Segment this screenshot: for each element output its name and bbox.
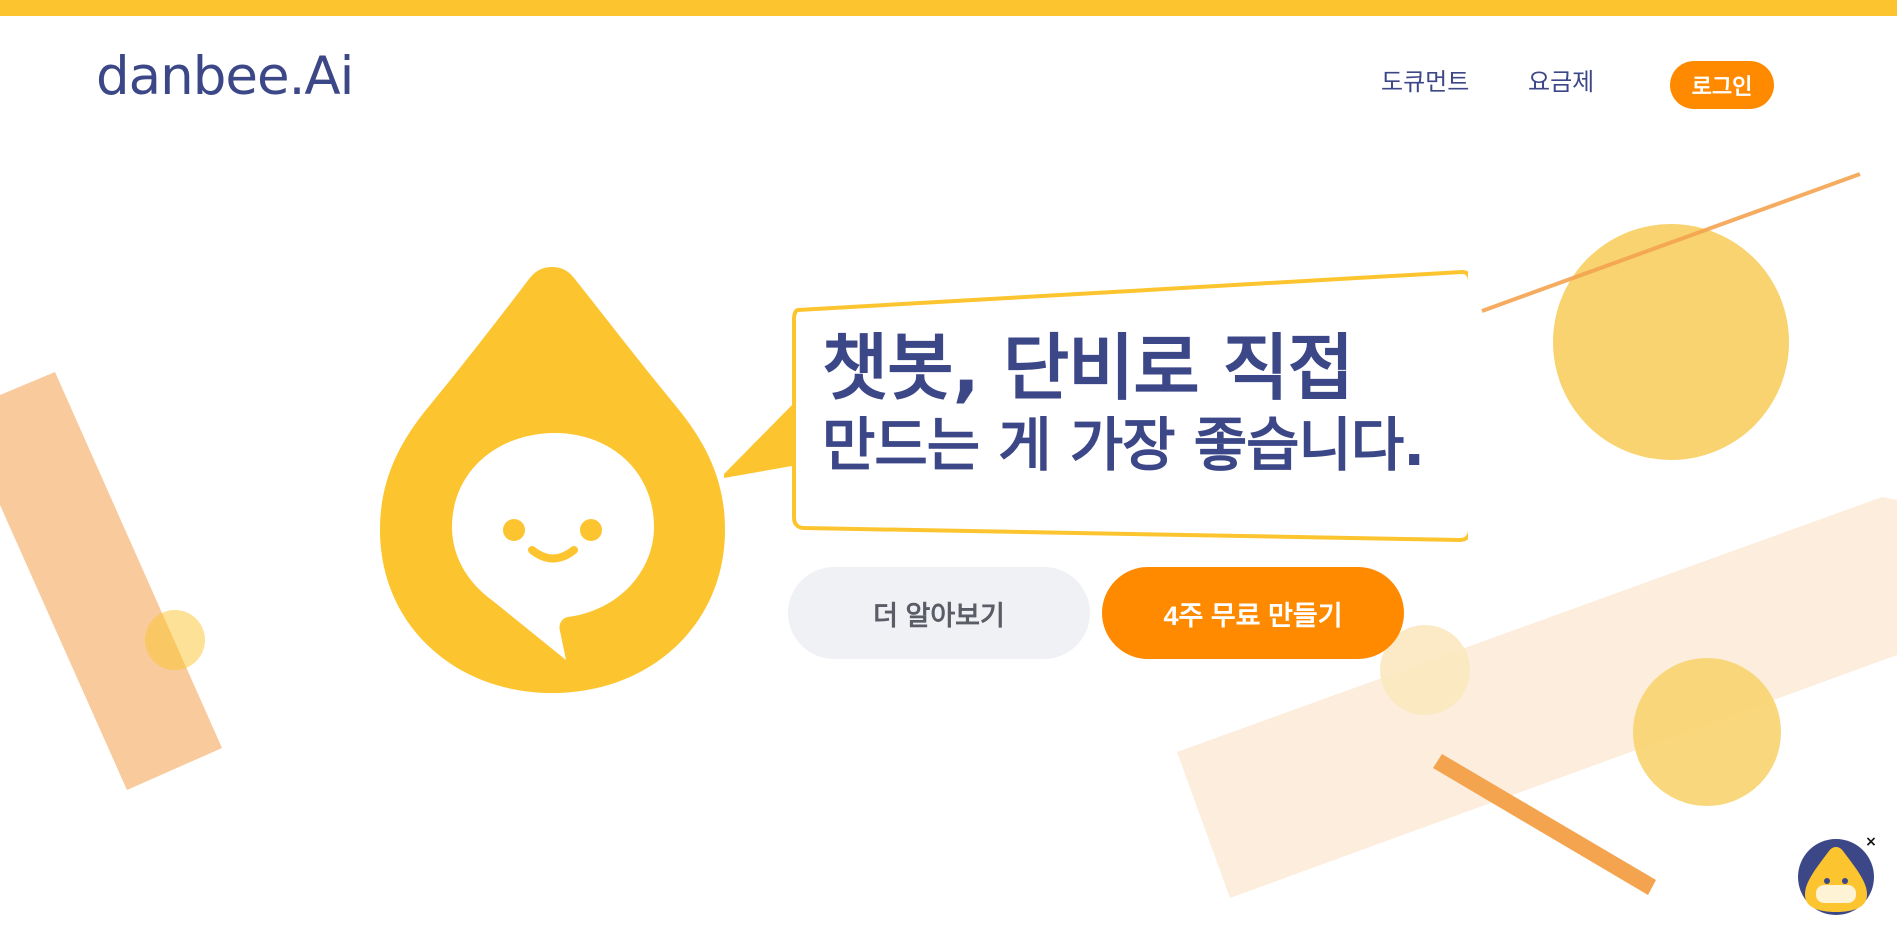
nav-link-pricing[interactable]: 요금제: [1528, 70, 1594, 94]
nav-link-docs[interactable]: 도큐먼트: [1381, 70, 1469, 94]
landing-page: danbee.Ai 도큐먼트 요금제 로그인 챗봇, 단비로 직접 만드는 게 …: [0, 0, 1897, 940]
chat-widget-close-icon[interactable]: ×: [1864, 835, 1878, 849]
mascot-illustration: [380, 267, 725, 693]
deco-left-small-circle: [145, 610, 205, 670]
mascot-left-eye: [503, 519, 525, 541]
bubble-tail: [724, 405, 792, 478]
hero-headline-line1: 챗봇, 단비로 직접: [822, 326, 1354, 410]
deco-left-rectangle: [0, 372, 222, 790]
hero-headline-line2: 만드는 게 가장 좋습니다.: [822, 411, 1425, 479]
logo[interactable]: danbee.Ai: [96, 50, 354, 103]
deco-right-band: [1177, 497, 1897, 898]
free-trial-button[interactable]: 4주 무료 만들기: [1102, 567, 1404, 659]
deco-right-big-circle: [1553, 224, 1789, 460]
site-header: danbee.Ai 도큐먼트 요금제 로그인: [0, 16, 1897, 136]
mascot-right-eye: [580, 519, 602, 541]
deco-mid-right-circle: [1633, 658, 1781, 806]
mascot-icon-left-eye: [1824, 878, 1830, 884]
mascot-icon-mask: [1816, 885, 1856, 903]
chat-widget-launcher[interactable]: [1797, 838, 1875, 916]
learn-more-button[interactable]: 더 알아보기: [788, 567, 1090, 659]
login-button[interactable]: 로그인: [1670, 61, 1774, 109]
hero-headline: 챗봇, 단비로 직접 만드는 게 가장 좋습니다.: [822, 326, 1425, 479]
mascot-icon-right-eye: [1842, 878, 1848, 884]
